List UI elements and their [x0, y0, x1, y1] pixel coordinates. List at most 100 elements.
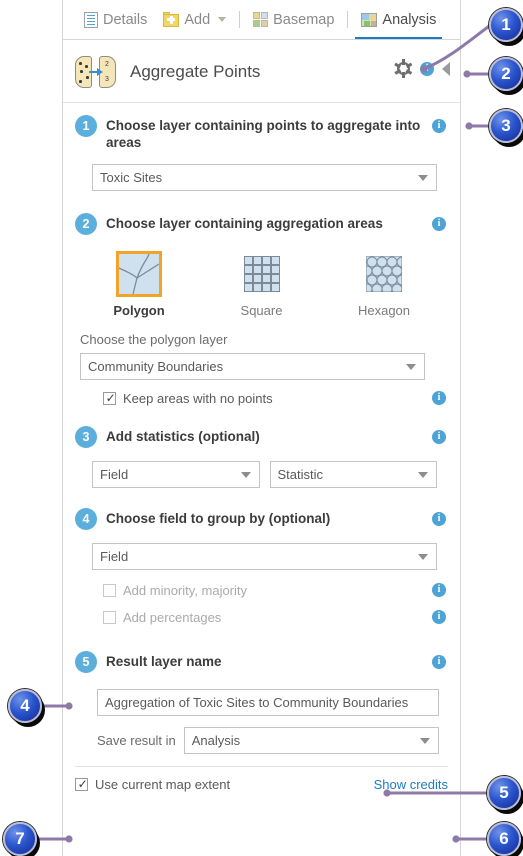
page-title: Aggregate Points: [130, 62, 261, 81]
shape-option-polygon[interactable]: Polygon: [99, 251, 179, 318]
add-folder-icon: [163, 12, 180, 27]
step-5-header: 5 Result layer name i: [75, 651, 448, 673]
square-grid-icon: [238, 251, 285, 297]
collapse-left-triangle-icon[interactable]: [442, 61, 450, 76]
result-name-wrap: Aggregation of Toxic Sites to Community …: [97, 689, 439, 716]
step-5-section: 5 Result layer name i Aggregation of Tox…: [63, 625, 460, 754]
percentages-info-icon[interactable]: i: [432, 610, 446, 624]
polygon-layer-select[interactable]: Community Boundaries: [80, 353, 425, 380]
tab-separator-2: [347, 11, 349, 28]
step-1-label: Choose layer containing points to aggreg…: [106, 118, 421, 150]
step-1-badge: 1: [75, 115, 97, 137]
step-2-badge: 2: [75, 213, 97, 235]
stat-type-select-wrap: Statistic: [269, 461, 437, 488]
step-5-label: Result layer name: [106, 654, 222, 669]
info-icon[interactable]: i: [420, 61, 434, 76]
step-2-label: Choose layer containing aggregation area…: [106, 216, 383, 231]
chevron-down-icon: [418, 175, 428, 181]
step-3-header: 3 Add statistics (optional) i: [75, 426, 448, 448]
stat-field-select-wrap: Field: [92, 461, 260, 488]
tab-analysis[interactable]: Analysis: [353, 0, 444, 39]
minority-majority-info-icon[interactable]: i: [432, 583, 446, 597]
save-result-row: Save result in Analysis: [97, 727, 439, 754]
shape-label-polygon: Polygon: [113, 303, 165, 318]
step-2-section: 2 Choose layer containing aggregation ar…: [63, 191, 460, 406]
step-3-label: Add statistics (optional): [106, 429, 260, 444]
use-current-map-extent-label: Use current map extent: [95, 777, 231, 792]
percentages-label: Add percentages: [123, 610, 222, 625]
chevron-down-icon: [240, 472, 251, 478]
step-3-info-icon[interactable]: i: [432, 430, 446, 444]
step-4-info-icon[interactable]: i: [432, 512, 446, 526]
basemap-grid-icon: [253, 12, 269, 27]
tool-header: 2 3 Aggregate Points i: [63, 40, 460, 102]
shape-label-square: Square: [240, 303, 283, 318]
callout-badge-6: 6: [487, 822, 521, 856]
shape-option-hexagon[interactable]: Hexagon: [344, 251, 424, 318]
step-4-section: 4 Choose field to group by (optional) i …: [63, 488, 460, 625]
step-4-label: Choose field to group by (optional): [106, 511, 331, 526]
chevron-down-icon[interactable]: [218, 17, 227, 22]
step-1-info-icon[interactable]: i: [432, 119, 446, 133]
tab-details[interactable]: Details: [76, 0, 155, 39]
minority-majority-checkbox[interactable]: [103, 584, 116, 597]
chevron-down-icon: [418, 472, 428, 478]
keep-areas-checkbox[interactable]: ✓: [103, 392, 116, 405]
save-result-label: Save result in: [97, 733, 176, 748]
step-2-header: 2 Choose layer containing aggregation ar…: [75, 213, 448, 235]
percentages-checkbox[interactable]: [103, 611, 116, 624]
shape-label-hexagon: Hexagon: [357, 303, 411, 318]
callout-badge-2: 2: [489, 57, 523, 91]
save-location-select-wrap: Analysis: [183, 727, 439, 754]
minority-majority-checkbox-row[interactable]: Add minority, majority i: [103, 583, 448, 598]
panel-footer: ✓ Use current map extent Show credits: [63, 767, 460, 792]
result-layer-name-input[interactable]: Aggregation of Toxic Sites to Community …: [97, 689, 439, 716]
hexagon-grid-icon: [361, 251, 407, 297]
step-5-info-icon[interactable]: i: [432, 655, 446, 669]
step-5-badge: 5: [75, 651, 97, 673]
step-4-header: 4 Choose field to group by (optional) i: [75, 508, 448, 530]
callout-badge-4: 4: [8, 689, 42, 723]
keep-areas-info-icon[interactable]: i: [432, 391, 446, 405]
tab-analysis-label: Analysis: [382, 11, 437, 28]
points-layer-select[interactable]: Toxic Sites: [92, 164, 437, 191]
top-tab-bar: Details Add Basemap Analysis: [63, 0, 460, 40]
tab-basemap-label: Basemap: [273, 11, 335, 28]
step-3-section: 3 Add statistics (optional) i Field Stat…: [63, 406, 460, 488]
aggregation-shape-picker: Polygon Square Hexagon: [75, 251, 448, 318]
show-credits-link[interactable]: Show credits: [374, 777, 448, 792]
details-icon: [84, 11, 98, 28]
use-current-map-extent-checkbox[interactable]: ✓: [75, 778, 88, 791]
step-4-badge: 4: [75, 508, 97, 530]
header-actions: i: [394, 59, 450, 78]
analysis-panel: Details Add Basemap Analysis 2 3 Aggrega…: [62, 0, 461, 856]
tab-add-label: Add: [184, 11, 211, 28]
keep-areas-checkbox-row[interactable]: ✓ Keep areas with no points i: [103, 391, 448, 406]
step-1-header: 1 Choose layer containing points to aggr…: [75, 115, 448, 151]
shape-option-square[interactable]: Square: [222, 251, 302, 318]
groupby-field-select[interactable]: Field: [92, 543, 437, 570]
analysis-map-icon: [361, 12, 378, 27]
tab-basemap[interactable]: Basemap: [245, 0, 342, 39]
chevron-down-icon: [420, 738, 430, 744]
stat-field-select[interactable]: Field: [92, 461, 260, 488]
screenshot-root: Details Add Basemap Analysis 2 3 Aggrega…: [0, 0, 523, 856]
callout-badge-5: 5: [487, 776, 521, 810]
stat-type-select[interactable]: Statistic: [269, 461, 437, 488]
step-2-info-icon[interactable]: i: [432, 217, 446, 231]
points-layer-select-wrap: Toxic Sites: [92, 164, 437, 191]
callout-badge-3: 3: [489, 109, 523, 143]
polygon-layer-select-wrap: Community Boundaries: [80, 353, 425, 380]
percentages-checkbox-row[interactable]: Add percentages i: [103, 610, 448, 625]
callout-badge-1: 1: [489, 8, 523, 42]
gear-icon[interactable]: [394, 59, 413, 78]
statistics-row: Field Statistic: [92, 461, 437, 488]
step-1-section: 1 Choose layer containing points to aggr…: [63, 103, 460, 191]
tab-add[interactable]: Add: [155, 0, 234, 39]
step-3-badge: 3: [75, 426, 97, 448]
aggregate-points-icon: 2 3: [75, 54, 117, 90]
chevron-down-icon: [406, 364, 416, 370]
map-extent-checkbox-row[interactable]: ✓ Use current map extent: [75, 777, 230, 792]
save-location-select[interactable]: Analysis: [183, 727, 439, 754]
minority-majority-label: Add minority, majority: [123, 583, 248, 598]
